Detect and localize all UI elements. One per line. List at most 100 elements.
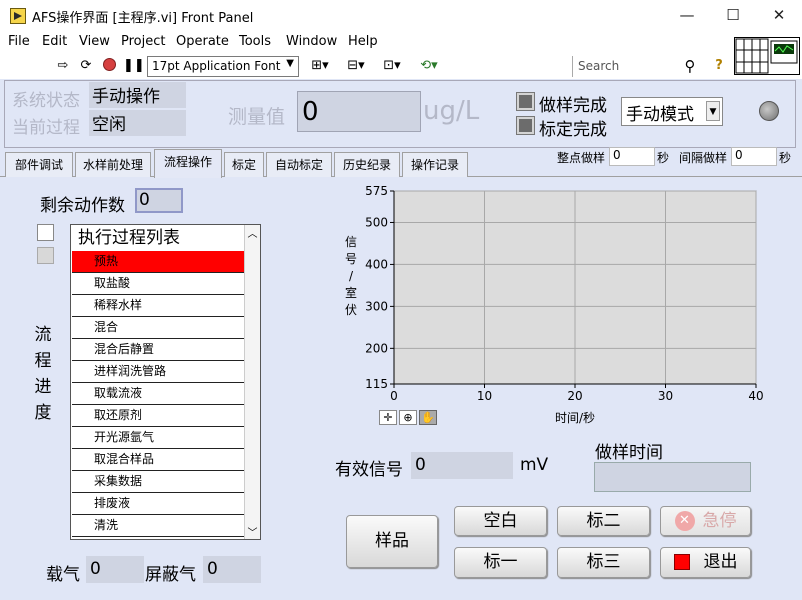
- carrier-gas-label: 载气: [46, 565, 80, 585]
- fixed-sample-label: 整点做样: [557, 151, 606, 165]
- menu-tools[interactable]: Tools: [239, 34, 271, 49]
- process-step-row[interactable]: 预热: [72, 251, 244, 273]
- distribute-icon[interactable]: ⊟▾: [343, 58, 369, 74]
- run-continuous-icon[interactable]: ⟳: [77, 58, 95, 74]
- pan-hand-icon[interactable]: ✋: [419, 410, 437, 425]
- chart-x-label: 时间/秒: [555, 411, 595, 425]
- progress-char: 程: [34, 351, 52, 371]
- progress-char: 进: [34, 377, 52, 397]
- menu-project[interactable]: Project: [121, 34, 165, 49]
- process-step-row[interactable]: 排废液: [72, 493, 244, 515]
- blank-button[interactable]: 空白: [454, 506, 547, 536]
- shield-gas-value: 0: [203, 556, 261, 583]
- menu-view[interactable]: View: [79, 34, 110, 49]
- mode-select[interactable]: 手动模式 ▼: [621, 97, 723, 126]
- reorder-icon[interactable]: ⟲▾: [415, 58, 443, 74]
- remaining-actions-label: 剩余动作数: [40, 196, 125, 216]
- close-button[interactable]: ✕: [756, 0, 802, 31]
- process-list-box[interactable]: 执行过程列表 预热 取盐酸 稀释水样 混合 混合后静置 进样润洗管路 取载流液 取还原剂 开光源…: [70, 224, 261, 540]
- sample-done-label: 做样完成: [539, 96, 607, 116]
- menu-help[interactable]: Help: [348, 34, 378, 49]
- process-step-row[interactable]: 取还原剂: [72, 405, 244, 427]
- resize-icon[interactable]: ⊡▾: [379, 58, 405, 74]
- status-led: [759, 101, 779, 121]
- help-icon[interactable]: ?: [711, 58, 727, 74]
- cursor-move-icon[interactable]: ✛: [379, 410, 397, 425]
- x-tick-label: 30: [658, 389, 673, 403]
- interval-sample-label: 间隔做样: [679, 151, 728, 165]
- scroll-up-icon[interactable]: ︿: [245, 225, 260, 240]
- maximize-button[interactable]: ☐: [710, 0, 756, 31]
- connector-pane-icon: [735, 38, 798, 74]
- signal-unit: mV: [520, 455, 549, 475]
- mode-select-value: 手动模式: [626, 105, 694, 125]
- search-icon[interactable]: ⚲: [681, 58, 699, 74]
- progress-char: 流: [34, 325, 52, 345]
- interval-sample-value[interactable]: 0: [731, 147, 777, 166]
- align-icon[interactable]: ⊞▾: [307, 58, 333, 74]
- carrier-gas-value: 0: [86, 556, 144, 583]
- process-step-row[interactable]: 混合: [72, 317, 244, 339]
- font-select[interactable]: 17pt Application Font ▼: [147, 56, 299, 77]
- process-step-row[interactable]: 取混合样品: [72, 449, 244, 471]
- process-step-row[interactable]: 取载流液: [72, 383, 244, 405]
- tab-process-operation[interactable]: 流程操作: [154, 149, 222, 178]
- search-placeholder: Search: [578, 59, 620, 73]
- process-step-row[interactable]: 取盐酸: [72, 273, 244, 295]
- chart-y-label-char: /: [348, 269, 354, 283]
- exit-button[interactable]: 退出: [660, 547, 751, 578]
- tab-history[interactable]: 历史纪录: [334, 152, 400, 177]
- process-step-row[interactable]: 采集数据: [72, 471, 244, 493]
- estop-button[interactable]: ✕ 急停: [660, 506, 751, 536]
- sample-time-value: [594, 462, 751, 492]
- signal-chart-svg: 0 10 20 30 40 575 500 400 300 200 115 时间/秒: [365, 184, 764, 425]
- x-tick-label: 10: [477, 389, 492, 403]
- shield-gas-label: 屏蔽气: [145, 565, 196, 585]
- menu-edit[interactable]: Edit: [42, 34, 67, 49]
- std1-button[interactable]: 标一: [454, 547, 547, 578]
- tab-component-debug[interactable]: 部件调试: [5, 152, 73, 177]
- current-process-indicator: 空闲: [89, 110, 186, 136]
- menu-operate[interactable]: Operate: [176, 34, 229, 49]
- process-step-row[interactable]: 清洗: [72, 515, 244, 537]
- tab-calibration[interactable]: 标定: [224, 152, 264, 177]
- labview-vi-icon: [10, 8, 26, 24]
- process-step-row[interactable]: 开光源氩气: [72, 427, 244, 449]
- interval-sample-unit: 秒: [779, 151, 792, 165]
- connector-pane[interactable]: [734, 37, 800, 75]
- exit-label: 退出: [703, 552, 738, 572]
- sample-button[interactable]: 样品: [346, 515, 438, 568]
- minimize-button[interactable]: —: [664, 0, 710, 31]
- chart-y-label: 信号 / 室伏: [344, 234, 358, 319]
- y-tick-label: 400: [365, 257, 388, 271]
- tab-auto-calibration[interactable]: 自动标定: [266, 152, 332, 177]
- process-step-row[interactable]: 稀释水样: [72, 295, 244, 317]
- process-step-row[interactable]: 混合后静置: [72, 339, 244, 361]
- std3-button[interactable]: 标三: [557, 547, 650, 578]
- tab-pretreatment[interactable]: 水样前处理: [75, 152, 151, 177]
- menu-file[interactable]: File: [8, 34, 30, 49]
- run-arrow-icon[interactable]: ⇨: [55, 58, 71, 74]
- std2-button[interactable]: 标二: [557, 506, 650, 536]
- graph-palette[interactable]: ✛ ⊕ ✋: [379, 410, 439, 425]
- tab-operation-log[interactable]: 操作记录: [402, 152, 468, 177]
- chevron-down-icon: ▼: [706, 101, 720, 121]
- chart-y-label-char: 号: [344, 252, 357, 266]
- zoom-icon[interactable]: ⊕: [399, 410, 417, 425]
- measure-unit: ug/L: [423, 96, 480, 126]
- menu-window[interactable]: Window: [286, 34, 337, 49]
- measure-label: 测量值: [228, 106, 286, 128]
- process-step-row[interactable]: 进样润洗管路: [72, 361, 244, 383]
- chart-y-label-char: 室: [344, 286, 357, 300]
- x-tick-label: 0: [390, 389, 398, 403]
- fixed-sample-value[interactable]: 0: [609, 147, 655, 166]
- scroll-down-icon[interactable]: ﹀: [245, 524, 260, 539]
- list-scrollbar[interactable]: ︿ ﹀: [244, 225, 260, 539]
- window-title: AFS操作界面 [主程序.vi] Front Panel: [32, 11, 254, 26]
- process-progress-label: 流 程 进 度: [34, 322, 52, 426]
- list-checkbox[interactable]: [37, 224, 54, 241]
- system-status-label: 系统状态: [12, 91, 80, 111]
- pause-icon[interactable]: ❚❚: [123, 58, 145, 74]
- progress-char: 度: [34, 403, 52, 423]
- abort-icon[interactable]: [101, 58, 117, 74]
